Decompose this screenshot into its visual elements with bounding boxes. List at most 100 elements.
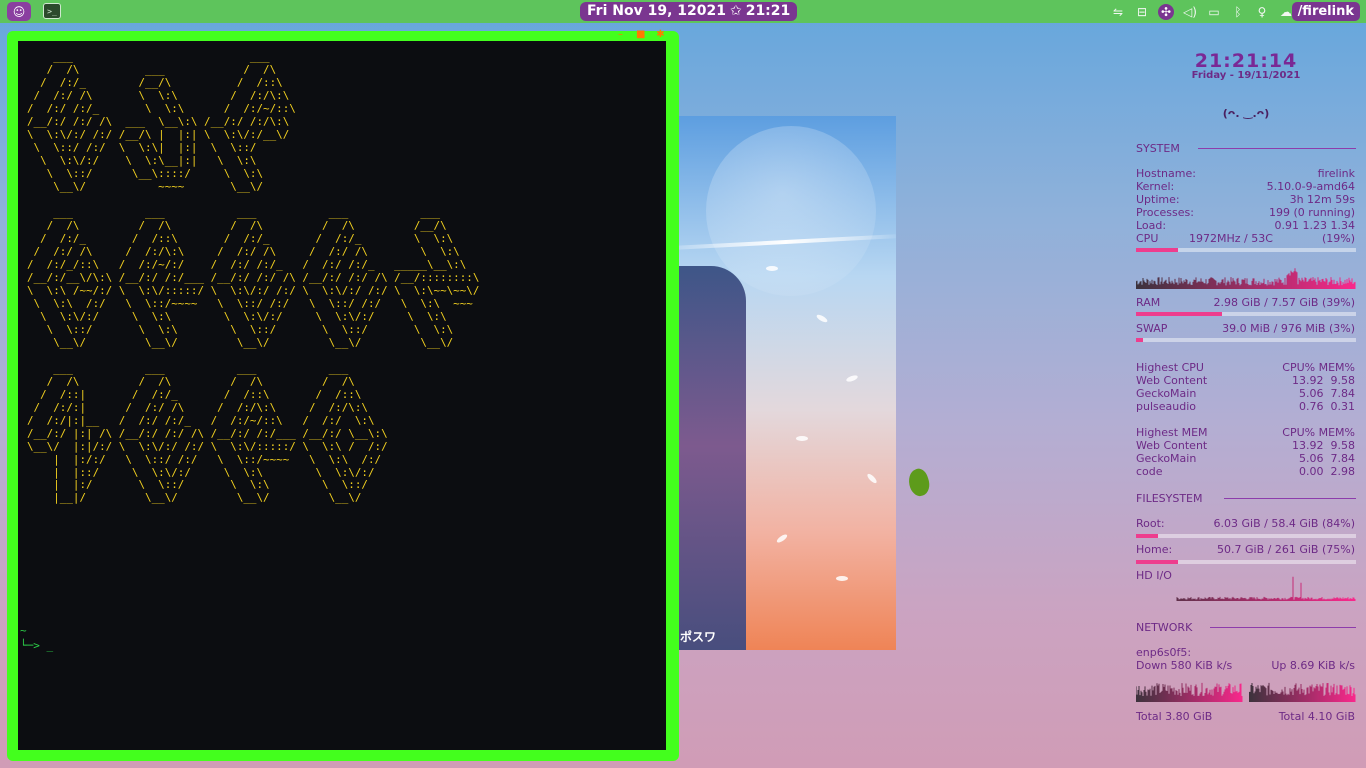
cpu-row: CPU 1972MHz / 53C (19%)	[1136, 232, 1356, 245]
hostname-value: firelink	[1317, 167, 1355, 180]
root-bar	[1136, 534, 1356, 538]
root-row: Root: 6.03 GiB / 58.4 GiB (84%)	[1136, 517, 1356, 530]
ram-bar-fill	[1136, 312, 1222, 316]
load-value: 0.91 1.23 1.34	[1274, 219, 1355, 232]
process-name: pulseaudio	[1136, 400, 1196, 413]
process-name: GeckoMain	[1136, 452, 1197, 465]
clock-date: Fri Nov 19, 12021	[587, 3, 726, 19]
process-name: Web Content	[1136, 439, 1208, 452]
ascii-art-banner: ___ ___ / /\ ___ / /\ / /:/_ /__/\ / /::…	[27, 50, 480, 505]
kernel-row: Kernel: 5.10.0-9-amd64	[1136, 180, 1356, 193]
swap-value: 39.0 MiB / 976 MiB (3%)	[1222, 322, 1355, 335]
uptime-row: Uptime: 3h 12m 59s	[1136, 193, 1356, 206]
section-title: NETWORK	[1136, 621, 1193, 634]
swap-bar	[1136, 338, 1356, 342]
swap-label: SWAP	[1136, 322, 1168, 335]
processes-value: 199 (0 running)	[1268, 206, 1355, 219]
highest-mem-columns: CPU% MEM%	[1282, 426, 1355, 439]
section-system: SYSTEM	[1136, 142, 1356, 155]
conky-date: Friday - 19/11/2021	[1191, 70, 1301, 81]
star-icon: ✩	[729, 3, 742, 19]
display-icon[interactable]: ▭	[1206, 4, 1222, 20]
uptime-value: 3h 12m 59s	[1289, 193, 1355, 206]
total-down: Total 3.80 GiB	[1136, 710, 1213, 723]
home-label: Home:	[1136, 543, 1173, 556]
home-bar-fill	[1136, 560, 1178, 564]
poster-moon	[706, 126, 876, 296]
usb-icon[interactable]: ⇋	[1110, 4, 1126, 20]
terminal-screen[interactable]: ___ ___ / /\ ___ / /\ / /:/_ /__/\ / /::…	[18, 41, 666, 750]
highest-mem-header: Highest MEM CPU% MEM%	[1136, 426, 1356, 439]
highest-cpu-title: Highest CPU	[1136, 361, 1204, 374]
process-row: pulseaudio 0.76 0.31	[1136, 400, 1356, 413]
root-value: 6.03 GiB / 58.4 GiB (84%)	[1213, 517, 1355, 530]
home-value: 50.7 GiB / 261 GiB (75%)	[1217, 543, 1355, 556]
feather	[845, 374, 859, 383]
ram-row: RAM 2.98 GiB / 7.57 GiB (39%)	[1136, 296, 1356, 309]
feather	[775, 533, 789, 544]
process-name: GeckoMain	[1136, 387, 1197, 400]
highest-cpu-columns: CPU% MEM%	[1282, 361, 1355, 374]
feather	[796, 436, 808, 441]
cpu-bar-fill	[1136, 248, 1178, 252]
hdio-graph	[1176, 576, 1356, 601]
process-values: 0.76 0.31	[1299, 400, 1355, 413]
volume-icon[interactable]: ◁)	[1182, 4, 1198, 20]
section-title: SYSTEM	[1136, 142, 1180, 155]
root-bar-fill	[1136, 534, 1158, 538]
down-speed: Down 580 KiB k/s	[1136, 659, 1233, 672]
whisker-menu-icon[interactable]: ☺	[7, 2, 31, 21]
feather	[865, 472, 879, 485]
process-values: 13.92 9.58	[1292, 439, 1355, 452]
hostname-label: Hostname:	[1136, 167, 1196, 180]
workspace-path-button[interactable]: /firelink	[1291, 2, 1360, 21]
top-panel: ☺ >_ Fri Nov 19, 12021 ✩ 21:21 ⇋ ⊟ ✣ ◁) ▭ …	[0, 0, 1366, 23]
maximize-button[interactable]: ■	[636, 30, 645, 40]
load-label: Load:	[1136, 219, 1167, 232]
cpu-label: CPU	[1136, 232, 1159, 245]
process-row: GeckoMain 5.06 7.84	[1136, 387, 1356, 400]
down-graph	[1136, 682, 1243, 702]
prompt-input[interactable]: └─> _	[20, 639, 53, 652]
panel-clock[interactable]: Fri Nov 19, 12021 ✩ 21:21	[580, 2, 798, 21]
iface-label: enp6s0f5:	[1136, 646, 1192, 659]
process-row: GeckoMain 5.06 7.84	[1136, 452, 1356, 465]
terminal-icon[interactable]: >_	[43, 3, 61, 19]
up-speed: Up 8.69 KiB k/s	[1271, 659, 1355, 672]
bluetooth-icon[interactable]: ᛒ	[1230, 4, 1246, 20]
home-bar	[1136, 560, 1356, 564]
net-speed-row: Down 580 KiB k/s Up 8.69 KiB k/s	[1136, 659, 1356, 672]
clock-time: 21:21	[745, 3, 791, 19]
load-row: Load: 0.91 1.23 1.34	[1136, 219, 1356, 232]
feather	[836, 576, 848, 581]
net-total-row: Total 3.80 GiB Total 4.10 GiB	[1136, 710, 1356, 723]
processes-row: Processes: 199 (0 running)	[1136, 206, 1356, 219]
minimize-button[interactable]: –	[616, 30, 625, 40]
hostname-row: Hostname: firelink	[1136, 167, 1356, 180]
wallpaper-poster: ポスワ	[676, 116, 896, 650]
close-button[interactable]: ✱	[656, 30, 665, 40]
process-values: 5.06 7.84	[1299, 452, 1355, 465]
cpu-bar	[1136, 248, 1356, 252]
feather	[766, 266, 778, 271]
process-values: 0.00 2.98	[1299, 465, 1355, 478]
process-row: Web Content 13.92 9.58	[1136, 374, 1356, 387]
iface-row: enp6s0f5:	[1136, 646, 1356, 659]
total-up: Total 4.10 GiB	[1278, 710, 1355, 723]
prompt-cwd: ~	[20, 624, 27, 637]
conky-system-monitor: 21:21:14 Friday - 19/11/2021 (ᴖ. ‿.ᴖ) SY…	[1136, 50, 1356, 723]
process-row: code 0.00 2.98	[1136, 465, 1356, 478]
swap-bar-fill	[1136, 338, 1143, 342]
ram-value: 2.98 GiB / 7.57 GiB (39%)	[1213, 296, 1355, 309]
process-name: Web Content	[1136, 374, 1208, 387]
dropbox-icon[interactable]: ✣	[1158, 3, 1174, 20]
lightbulb-icon[interactable]: ♀	[1254, 4, 1270, 20]
swap-row: SWAP 39.0 MiB / 976 MiB (3%)	[1136, 322, 1356, 335]
system-tray: ⇋ ⊟ ✣ ◁) ▭ ᛒ ♀ ☁	[1110, 2, 1294, 21]
divider	[1198, 148, 1356, 149]
terminal-window[interactable]: – ■ ✱ ___ ___ / /\ ___ / /\ / /:/_ /__/\…	[7, 30, 679, 761]
car-icon[interactable]: ⊟	[1134, 4, 1150, 20]
highest-mem-title: Highest MEM	[1136, 426, 1208, 439]
kernel-label: Kernel:	[1136, 180, 1175, 193]
cpu-freq: 1972MHz / 53C	[1189, 232, 1273, 245]
